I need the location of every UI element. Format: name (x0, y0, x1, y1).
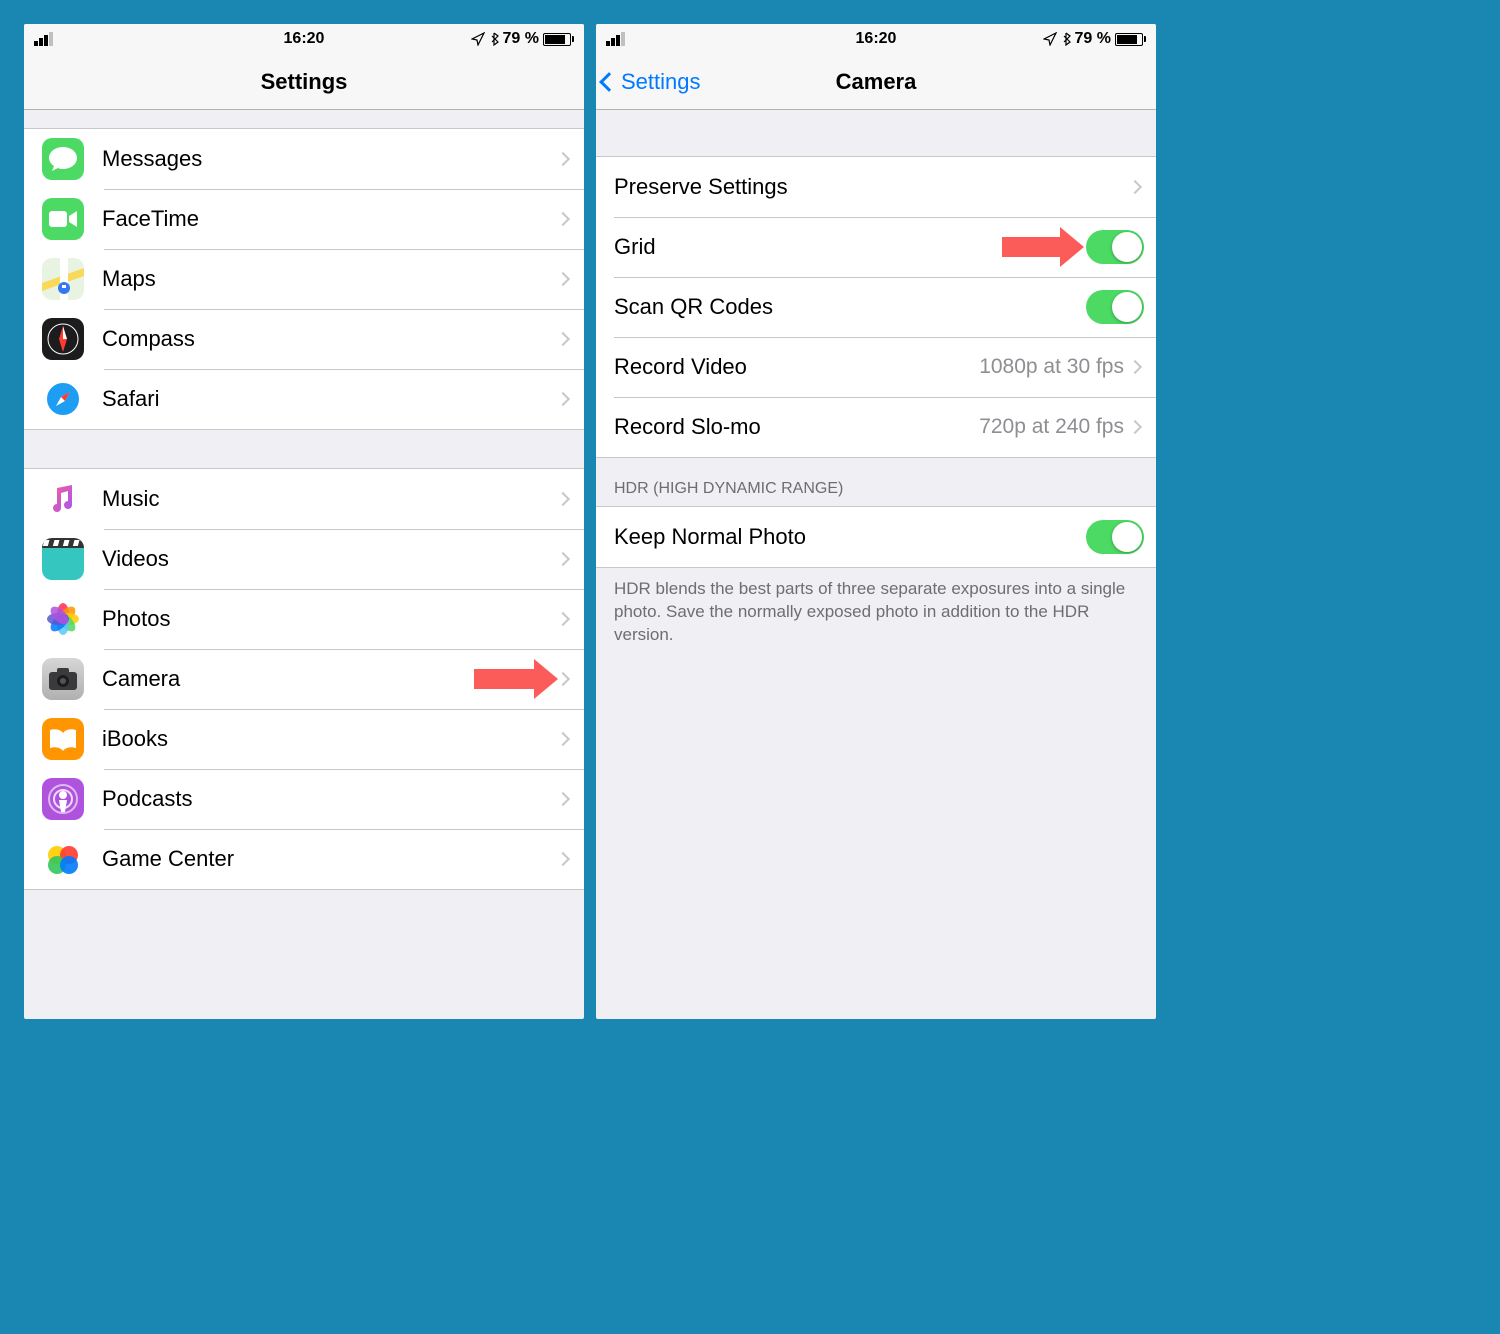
row-label: Videos (102, 546, 558, 572)
chevron-right-icon (1128, 180, 1142, 194)
row-label: Camera (102, 666, 558, 692)
chevron-right-icon (556, 552, 570, 566)
podcasts-icon (42, 778, 84, 820)
settings-screen: 16:20 79 % Settings Messages FaceTime Ma… (24, 24, 584, 1019)
chevron-right-icon (556, 332, 570, 346)
row-label: Keep Normal Photo (614, 524, 1086, 550)
status-bar: 16:20 79 % (596, 24, 1156, 54)
row-label: Safari (102, 386, 558, 412)
row-record-video[interactable]: Record Video 1080p at 30 fps (596, 337, 1156, 397)
row-label: Messages (102, 146, 558, 172)
row-gamecenter[interactable]: Game Center (24, 829, 584, 889)
music-icon (42, 478, 84, 520)
hdr-section-footer: HDR blends the best parts of three separ… (596, 568, 1156, 657)
gamecenter-icon (42, 838, 84, 880)
camera-icon (42, 658, 84, 700)
row-label: Game Center (102, 846, 558, 872)
battery-icon (1115, 33, 1146, 46)
row-camera[interactable]: Camera (24, 649, 584, 709)
location-icon (1043, 32, 1057, 46)
row-label: Podcasts (102, 786, 558, 812)
hdr-section-header: HDR (High Dynamic Range) (596, 458, 1156, 506)
row-label: Music (102, 486, 558, 512)
row-label: Record Slo-mo (614, 414, 979, 440)
battery-pct: 79 % (503, 30, 539, 48)
chevron-right-icon (556, 792, 570, 806)
row-label: Maps (102, 266, 558, 292)
chevron-right-icon (556, 152, 570, 166)
chevron-right-icon (1128, 420, 1142, 434)
settings-group-1: Messages FaceTime Maps Compass Safari (24, 128, 584, 430)
row-record-slomo[interactable]: Record Slo-mo 720p at 240 fps (596, 397, 1156, 457)
row-label: iBooks (102, 726, 558, 752)
status-bar: 16:20 79 % (24, 24, 584, 54)
keep-normal-toggle[interactable] (1086, 520, 1144, 554)
row-messages[interactable]: Messages (24, 129, 584, 189)
ibooks-icon (42, 718, 84, 760)
row-maps[interactable]: Maps (24, 249, 584, 309)
chevron-right-icon (556, 392, 570, 406)
row-label: FaceTime (102, 206, 558, 232)
compass-icon (42, 318, 84, 360)
row-ibooks[interactable]: iBooks (24, 709, 584, 769)
bluetooth-icon (489, 32, 499, 46)
row-label: Preserve Settings (614, 174, 1130, 200)
signal-icon (606, 32, 625, 46)
battery-pct: 79 % (1075, 30, 1111, 48)
camera-group-hdr: Keep Normal Photo (596, 506, 1156, 568)
page-title: Camera (836, 69, 917, 95)
row-detail: 720p at 240 fps (979, 415, 1124, 439)
chevron-right-icon (556, 612, 570, 626)
row-label: Photos (102, 606, 558, 632)
row-label: Grid (614, 234, 1086, 260)
row-photos[interactable]: Photos (24, 589, 584, 649)
row-videos[interactable]: Videos (24, 529, 584, 589)
videos-icon (42, 538, 84, 580)
facetime-icon (42, 198, 84, 240)
row-podcasts[interactable]: Podcasts (24, 769, 584, 829)
photos-icon (42, 598, 84, 640)
chevron-right-icon (556, 672, 570, 686)
row-keep-normal[interactable]: Keep Normal Photo (596, 507, 1156, 567)
row-qr[interactable]: Scan QR Codes (596, 277, 1156, 337)
row-grid[interactable]: Grid (596, 217, 1156, 277)
signal-icon (34, 32, 53, 46)
nav-bar: Settings (24, 54, 584, 110)
chevron-right-icon (556, 732, 570, 746)
back-button[interactable]: Settings (602, 69, 701, 95)
chevron-right-icon (556, 212, 570, 226)
row-facetime[interactable]: FaceTime (24, 189, 584, 249)
nav-bar: Settings Camera (596, 54, 1156, 110)
chevron-right-icon (556, 492, 570, 506)
camera-group-1: Preserve Settings Grid Scan QR Codes Rec… (596, 156, 1156, 458)
camera-settings-screen: 16:20 79 % Settings Camera Preserve Sett… (596, 24, 1156, 1019)
bluetooth-icon (1061, 32, 1071, 46)
row-music[interactable]: Music (24, 469, 584, 529)
page-title: Settings (261, 69, 348, 95)
back-label: Settings (621, 69, 701, 95)
row-label: Compass (102, 326, 558, 352)
chevron-right-icon (1128, 360, 1142, 374)
chevron-left-icon (599, 72, 619, 92)
chevron-right-icon (556, 272, 570, 286)
row-label: Scan QR Codes (614, 294, 1086, 320)
row-label: Record Video (614, 354, 979, 380)
safari-icon (42, 378, 84, 420)
settings-group-2: Music Videos Photos Camera iBooks (24, 468, 584, 890)
battery-icon (543, 33, 574, 46)
qr-toggle[interactable] (1086, 290, 1144, 324)
location-icon (471, 32, 485, 46)
row-preserve[interactable]: Preserve Settings (596, 157, 1156, 217)
row-detail: 1080p at 30 fps (979, 355, 1124, 379)
grid-toggle[interactable] (1086, 230, 1144, 264)
row-compass[interactable]: Compass (24, 309, 584, 369)
maps-icon (42, 258, 84, 300)
chevron-right-icon (556, 852, 570, 866)
row-safari[interactable]: Safari (24, 369, 584, 429)
messages-icon (42, 138, 84, 180)
